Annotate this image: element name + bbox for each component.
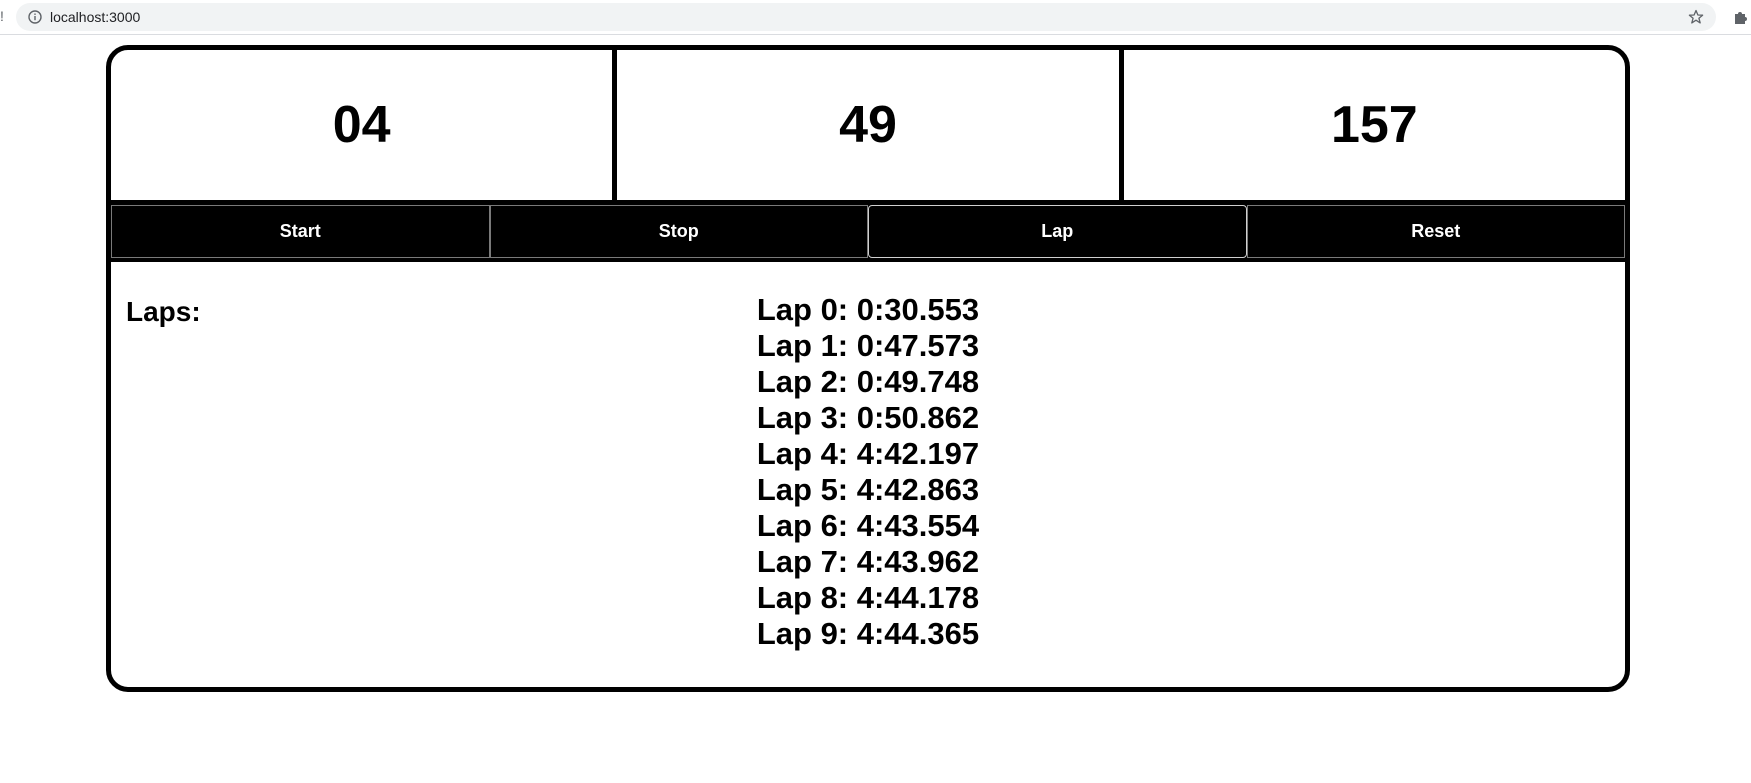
star-icon[interactable]: [1688, 9, 1704, 25]
lap-item-7: Lap 7: 4:43.962: [756, 544, 980, 579]
lap-item-9: Lap 9: 4:44.365: [756, 616, 980, 651]
milliseconds-display: 157: [1118, 50, 1625, 200]
reset-button[interactable]: Reset: [1246, 205, 1625, 258]
lap-item-6: Lap 6: 4:43.554: [756, 508, 980, 543]
minutes-display: 04: [332, 96, 391, 154]
stopwatch-app: 04 49 157 Start Stop Lap Reset Laps: Lap…: [106, 45, 1630, 692]
info-icon[interactable]: [28, 10, 42, 24]
address-bar[interactable]: localhost:3000: [16, 3, 1716, 31]
lap-item-5: Lap 5: 4:42.863: [756, 472, 980, 507]
lap-button[interactable]: Lap: [868, 205, 1247, 258]
lap-item-3: Lap 3: 0:50.862: [756, 400, 980, 435]
window-edge-mark: !: [0, 8, 4, 24]
url-text[interactable]: localhost:3000: [50, 3, 140, 31]
control-buttons: Start Stop Lap Reset: [111, 205, 1625, 262]
browser-toolbar: ! localhost:3000: [0, 0, 1751, 35]
stop-button[interactable]: Stop: [489, 205, 868, 258]
start-button[interactable]: Start: [111, 205, 490, 258]
time-display: 04 49 157: [111, 50, 1625, 205]
laps-list: Lap 0: 0:30.553 Lap 1: 0:47.573 Lap 2: 0…: [111, 292, 1625, 652]
lap-item-1: Lap 1: 0:47.573: [756, 328, 980, 363]
lap-item-0: Lap 0: 0:30.553: [756, 292, 980, 327]
lap-item-4: Lap 4: 4:42.197: [756, 436, 980, 471]
laps-panel: Laps: Lap 0: 0:30.553 Lap 1: 0:47.573 La…: [111, 262, 1625, 682]
lap-item-8: Lap 8: 4:44.178: [756, 580, 980, 615]
extension-puzzle-icon[interactable]: [1732, 9, 1749, 26]
lap-item-2: Lap 2: 0:49.748: [756, 364, 980, 399]
seconds-display: 49: [612, 50, 1118, 200]
